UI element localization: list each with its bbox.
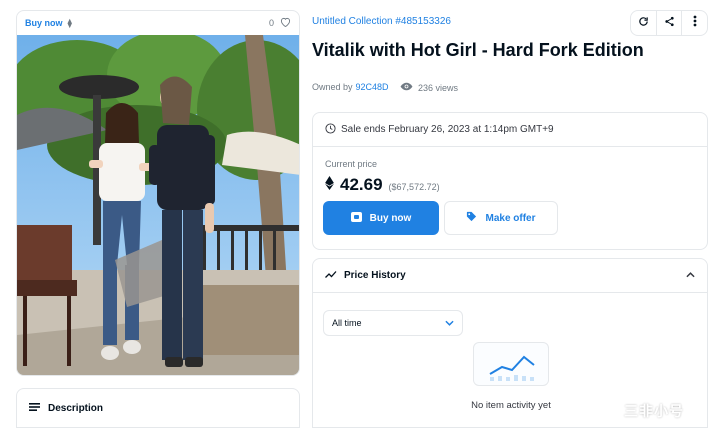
empty-chart-icon: [473, 342, 549, 386]
trending-icon: [325, 270, 337, 282]
refresh-button[interactable]: [631, 11, 656, 35]
time-range-select[interactable]: All time: [323, 310, 463, 336]
sale-ends-text: Sale ends February 26, 2023 at 1:14pm GM…: [341, 124, 554, 135]
image-card-header: Buy now ⧫ 0: [17, 11, 299, 35]
make-offer-label: Make offer: [485, 212, 536, 224]
views-count: 236 views: [400, 82, 458, 93]
current-price-label: Current price: [325, 159, 378, 169]
nft-photo[interactable]: [17, 35, 299, 375]
more-icon: [693, 14, 697, 32]
price-history-header[interactable]: Price History: [313, 259, 707, 293]
share-icon: [664, 14, 675, 32]
chevron-up-icon[interactable]: [686, 270, 695, 281]
page-title: Vitalik with Hot Girl - Hard Fork Editio…: [312, 40, 644, 60]
eye-icon: [400, 82, 413, 93]
price-history-title: Price History: [344, 270, 406, 281]
description-header[interactable]: Description: [16, 388, 300, 428]
description-label: Description: [48, 402, 104, 414]
nft-image-card: Buy now ⧫ 0: [16, 10, 300, 376]
owned-by: Owned by 92C48D: [312, 82, 389, 92]
owner-link[interactable]: 92C48D: [356, 82, 389, 92]
watermark-text: 三非小号: [624, 403, 684, 419]
ethereum-icon: [325, 176, 334, 195]
clock-icon: [325, 122, 336, 137]
buy-now-button[interactable]: Buy now: [323, 201, 439, 235]
price-row: 42.69 ($67,572.72): [325, 175, 440, 195]
owned-by-label: Owned by: [312, 82, 353, 92]
views-label: 236 views: [418, 82, 459, 93]
sale-card: Sale ends February 26, 2023 at 1:14pm GM…: [312, 112, 708, 250]
favorites-count: 0: [268, 18, 274, 28]
price-value: 42.69: [340, 175, 383, 194]
action-button-group: [630, 10, 708, 36]
share-button[interactable]: [655, 11, 682, 35]
tag-icon: [466, 211, 477, 225]
refresh-icon: [638, 14, 649, 32]
make-offer-button[interactable]: Make offer: [444, 201, 558, 235]
sale-ends: Sale ends February 26, 2023 at 1:14pm GM…: [313, 113, 707, 147]
chevron-down-icon: [445, 318, 454, 328]
watermark: 三非小号: [624, 401, 684, 421]
wallet-icon: [350, 211, 362, 225]
collection-link[interactable]: Untitled Collection #485153326: [312, 16, 451, 27]
ethereum-icon: ⧫: [67, 17, 72, 28]
buy-now-link[interactable]: Buy now: [25, 18, 63, 28]
more-button[interactable]: [681, 11, 707, 35]
time-range-value: All time: [332, 318, 362, 328]
price-usd: ($67,572.72): [388, 182, 440, 192]
buy-now-label: Buy now: [369, 212, 412, 224]
heart-icon[interactable]: [280, 17, 291, 29]
list-icon: [29, 402, 40, 415]
